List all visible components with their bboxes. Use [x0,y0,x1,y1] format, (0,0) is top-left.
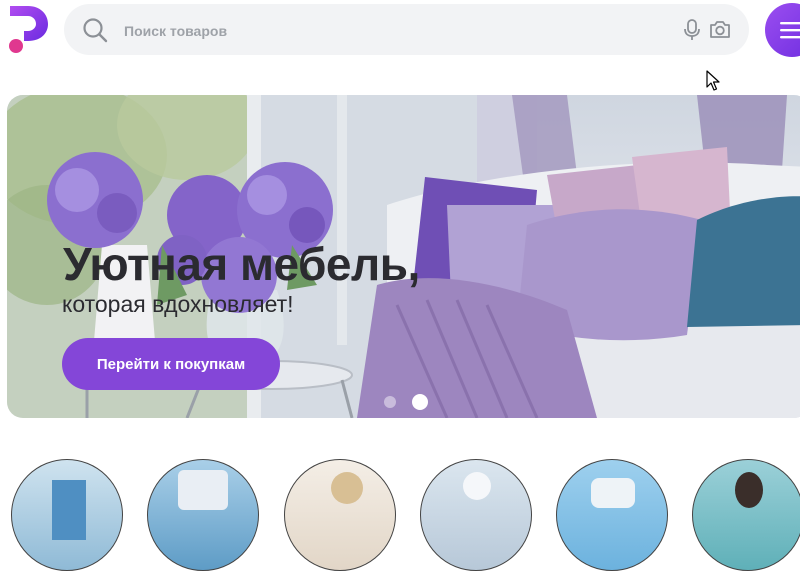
category-item-3[interactable] [284,459,396,571]
brand-logo[interactable] [4,4,50,54]
category-thumb-6 [735,472,763,508]
category-thumb-5 [591,478,635,508]
menu-button[interactable] [765,3,800,57]
mouse-cursor-icon [706,70,720,91]
hero-subtitle: которая вдохновляет! [62,291,294,317]
shop-now-button[interactable]: Перейти к покупкам [62,338,280,390]
microphone-icon[interactable] [683,19,701,41]
brand-logo-icon [9,6,48,53]
hero-title: Уютная мебель, [63,238,420,290]
category-item-1[interactable] [11,459,123,571]
hero-banner[interactable]: Уютная мебель, которая вдохновляет! Пере… [7,95,800,418]
category-thumb-4 [463,472,491,500]
hamburger-menu-icon [780,22,800,39]
category-item-6[interactable] [692,459,800,571]
category-thumb-1 [52,480,86,540]
camera-icon[interactable] [709,19,731,39]
carousel-dot-2-active[interactable] [412,394,428,410]
category-item-5[interactable] [556,459,668,571]
category-item-4[interactable] [420,459,532,571]
search-icon[interactable] [82,17,108,43]
search-input[interactable] [122,4,666,57]
category-thumb-3 [331,472,363,504]
search-bar[interactable] [64,4,749,57]
category-thumb-2 [178,470,228,510]
category-item-2[interactable] [147,459,259,571]
carousel-dot-1[interactable] [384,396,396,408]
